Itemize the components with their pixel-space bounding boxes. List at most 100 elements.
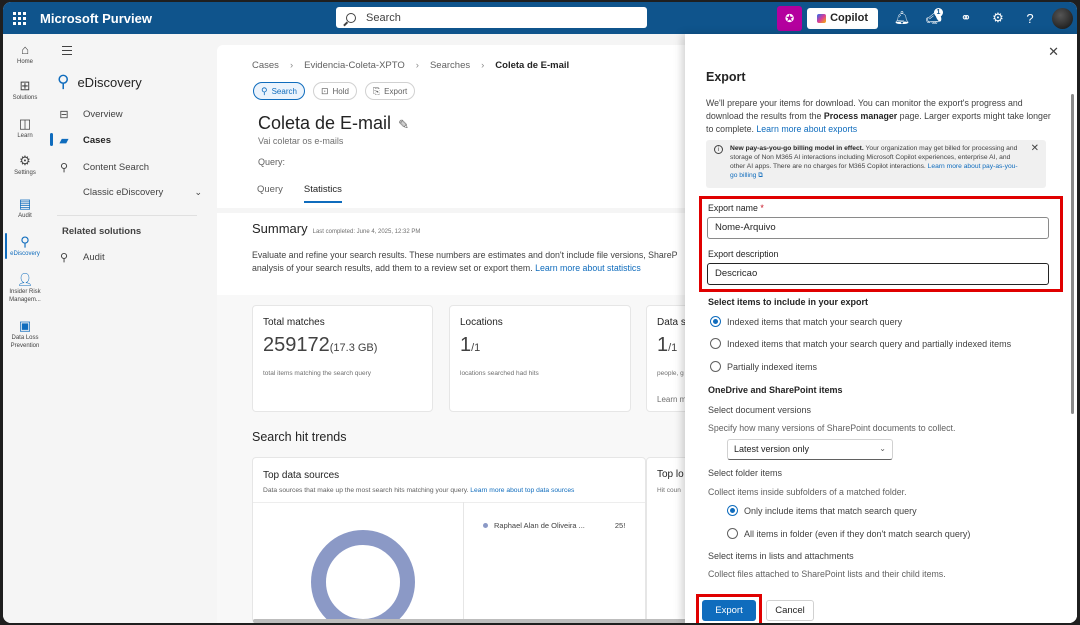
card-note: locations searched had hits bbox=[460, 370, 539, 377]
data-sources-value: 1 bbox=[657, 334, 669, 356]
bell-button[interactable]: 🔔︎ bbox=[886, 2, 918, 34]
related-solutions-heading: Related solutions bbox=[62, 226, 142, 237]
legend-dot bbox=[483, 523, 488, 528]
nav-item-content-search[interactable]: ⚲ Content Search bbox=[57, 161, 202, 174]
legend-name: Raphael Alan de Oliveira ... bbox=[494, 521, 585, 530]
export-name-input[interactable]: Nome-Arquivo bbox=[707, 217, 1049, 239]
exports-learn-more-link[interactable]: Learn more about exports bbox=[756, 124, 857, 134]
dismiss-icon[interactable]: ✕ bbox=[1031, 143, 1039, 154]
rail-ediscovery[interactable]: ⚲ eDiscovery bbox=[3, 234, 47, 258]
locations-card: Locations 1/1 locations searched had hit… bbox=[449, 305, 631, 412]
locations-total: /1 bbox=[471, 342, 481, 354]
cancel-button[interactable]: Cancel bbox=[766, 600, 814, 621]
help-button[interactable]: ? bbox=[1014, 2, 1046, 34]
nav-item-classic-ediscovery[interactable]: Classic eDiscovery ⌄ bbox=[57, 187, 202, 198]
top-right-actions: ✪ Copilot 🔔︎ 📣︎ 1 ⚭ ⚙ ? bbox=[777, 2, 1077, 34]
rail-solutions[interactable]: ⊞ Solutions bbox=[3, 78, 47, 102]
ediscovery-icon: ⚲ bbox=[20, 234, 30, 249]
hold-pill[interactable]: ⊡ Hold bbox=[312, 82, 357, 100]
chevron-right-icon: › bbox=[415, 60, 419, 71]
data-sources-total: /1 bbox=[668, 342, 678, 354]
breadcrumb-searches[interactable]: Searches bbox=[430, 60, 470, 71]
radio-folder-matching-label: Only include items that match search que… bbox=[744, 505, 917, 516]
connections-button[interactable]: ⚭ bbox=[950, 2, 982, 34]
hamburger-icon[interactable] bbox=[62, 46, 72, 58]
rail-settings-label: Settings bbox=[14, 170, 36, 176]
settings-button[interactable]: ⚙ bbox=[982, 2, 1014, 34]
statistics-learn-more-link[interactable]: Learn more about statistics bbox=[535, 263, 641, 273]
radio-partial-items[interactable]: Partially indexed items bbox=[710, 361, 817, 372]
select-items-heading: Select items to include in your export bbox=[708, 297, 869, 307]
megaphone-button[interactable]: 📣︎ 1 bbox=[918, 2, 950, 34]
tab-query[interactable]: Query bbox=[257, 184, 283, 203]
info-icon: i bbox=[714, 145, 723, 154]
radio-indexed-and-partial[interactable]: Indexed items that match your search que… bbox=[710, 338, 1011, 349]
panel-scrollbar[interactable] bbox=[1071, 94, 1074, 414]
nav-item-cases[interactable]: ▰ Cases bbox=[57, 134, 202, 147]
radio-folder-all[interactable]: All items in folder (even if they don't … bbox=[727, 528, 970, 539]
folder-items-desc: Collect items inside subfolders of a mat… bbox=[708, 487, 907, 497]
top-sources-desc-text: Data sources that make up the most searc… bbox=[263, 487, 469, 494]
rail-dlp[interactable]: ▣ Data Loss Prevention bbox=[3, 318, 47, 350]
document-versions-desc: Specify how many versions of SharePoint … bbox=[708, 423, 956, 433]
search-hit-trends-heading: Search hit trends bbox=[252, 430, 347, 444]
rail-ediscovery-label: eDiscovery bbox=[10, 251, 40, 257]
card-link[interactable]: Learn m bbox=[657, 395, 686, 404]
top-sources-learn-more-link[interactable]: Learn more about top data sources bbox=[470, 487, 574, 494]
help-icon: ? bbox=[1026, 10, 1034, 26]
radio-selected bbox=[710, 316, 721, 327]
rail-home-label: Home bbox=[16, 59, 33, 65]
lists-attachments-desc: Collect files attached to SharePoint lis… bbox=[708, 569, 946, 579]
breadcrumb-cases[interactable]: Cases bbox=[252, 60, 279, 71]
rail-settings[interactable]: ⚙ Settings bbox=[3, 153, 47, 177]
action-pills: ⚲ Search ⊡ Hold ⎘ Export bbox=[253, 82, 423, 100]
search-pill[interactable]: ⚲ Search bbox=[253, 82, 305, 100]
external-link-icon: ⧉ bbox=[758, 172, 764, 179]
export-pill[interactable]: ⎘ Export bbox=[364, 82, 416, 100]
top-data-sources-desc: Data sources that make up the most searc… bbox=[263, 487, 574, 494]
nav-item-overview[interactable]: ⊟ Overview bbox=[57, 108, 202, 121]
document-versions-dropdown[interactable]: Latest version only ⌄ bbox=[727, 439, 893, 460]
close-icon[interactable]: ✕ bbox=[1048, 44, 1059, 60]
nav-divider bbox=[57, 215, 197, 216]
rail-home[interactable]: ⌂ Home bbox=[3, 42, 47, 66]
page-subtitle: Vai coletar os e-mails bbox=[258, 136, 344, 146]
radio-folder-matching[interactable]: Only include items that match search que… bbox=[727, 505, 917, 516]
export-description-input[interactable]: Descricao bbox=[707, 263, 1049, 285]
export-panel: ✕ Export We'll prepare your items for do… bbox=[685, 34, 1077, 623]
summary-title: Summary bbox=[252, 221, 308, 236]
breadcrumb-case[interactable]: Evidencia-Coleta-XPTO bbox=[304, 60, 405, 71]
chevron-right-icon: › bbox=[481, 60, 485, 71]
rail-audit[interactable]: ▤ Audit bbox=[3, 196, 47, 220]
panel-description: We'll prepare your items for download. Y… bbox=[706, 97, 1051, 136]
bell-icon: 🔔︎ bbox=[893, 10, 911, 25]
rail-insider-risk[interactable]: 👤︎ Insider Risk Managem... bbox=[3, 272, 47, 304]
summary-desc-line-2: analysis of your search results, add the… bbox=[252, 263, 533, 273]
card-title: Locations bbox=[460, 317, 503, 328]
copilot-button[interactable]: Copilot bbox=[807, 7, 878, 29]
avatar[interactable] bbox=[1052, 7, 1073, 29]
rail-learn[interactable]: ◫ Learn bbox=[3, 116, 47, 140]
required-marker: * bbox=[760, 203, 764, 213]
radio-selected bbox=[727, 505, 738, 516]
top-data-sources-title: Top data sources bbox=[263, 470, 340, 481]
nav-item-overview-label: Overview bbox=[83, 109, 123, 120]
copilot-chat-button[interactable]: ✪ bbox=[777, 5, 803, 31]
nav-title-label: eDiscovery bbox=[77, 74, 142, 90]
search-icon: ⚲ bbox=[261, 85, 268, 96]
total-matches-value: 259172 bbox=[263, 334, 330, 356]
export-button[interactable]: Export bbox=[702, 600, 756, 621]
breadcrumb: Cases › Evidencia-Coleta-XPTO › Searches › … bbox=[252, 60, 580, 71]
radio-unselected bbox=[710, 361, 721, 372]
global-search-input[interactable]: Search bbox=[336, 7, 647, 28]
export-name-label: Export name * bbox=[708, 203, 764, 213]
nav-item-audit[interactable]: ⚲ Audit bbox=[57, 251, 202, 264]
gear-icon: ⚙ bbox=[992, 10, 1004, 25]
tab-statistics[interactable]: Statistics bbox=[303, 184, 342, 203]
app-launcher-button[interactable] bbox=[3, 2, 35, 34]
pencil-icon[interactable]: ✎ bbox=[398, 117, 409, 132]
panel-footer: Export Cancel bbox=[685, 591, 1077, 623]
overview-icon: ⊟ bbox=[59, 109, 69, 121]
horizontal-scrollbar[interactable] bbox=[253, 619, 688, 623]
radio-indexed-items[interactable]: Indexed items that match your search que… bbox=[710, 316, 902, 327]
